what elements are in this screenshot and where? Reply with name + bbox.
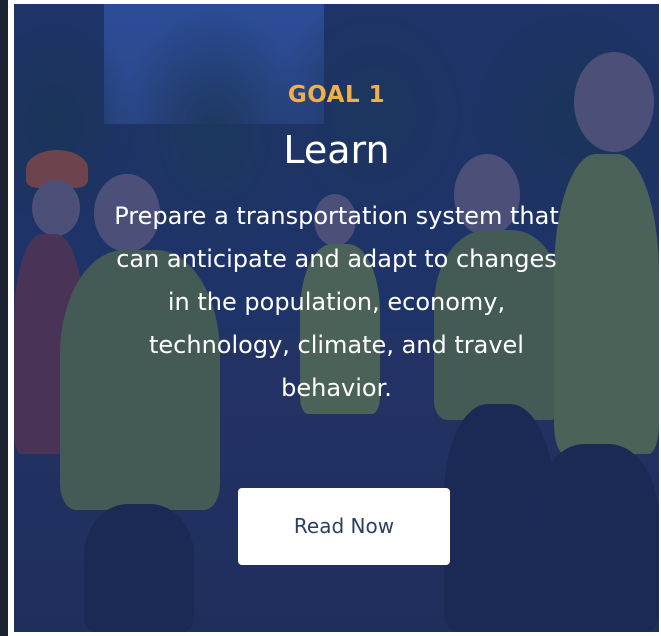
page: GOAL 1 Learn Prepare a transportation sy… xyxy=(0,0,661,636)
card-content: GOAL 1 Learn Prepare a transportation sy… xyxy=(14,4,659,632)
goal-card: GOAL 1 Learn Prepare a transportation sy… xyxy=(14,4,659,632)
read-now-button[interactable]: Read Now xyxy=(238,488,450,565)
goal-eyebrow: GOAL 1 xyxy=(287,82,386,108)
goal-title: Learn xyxy=(283,128,390,172)
left-edge-divider xyxy=(0,0,8,636)
goal-description: Prepare a transportation system that can… xyxy=(114,202,559,402)
